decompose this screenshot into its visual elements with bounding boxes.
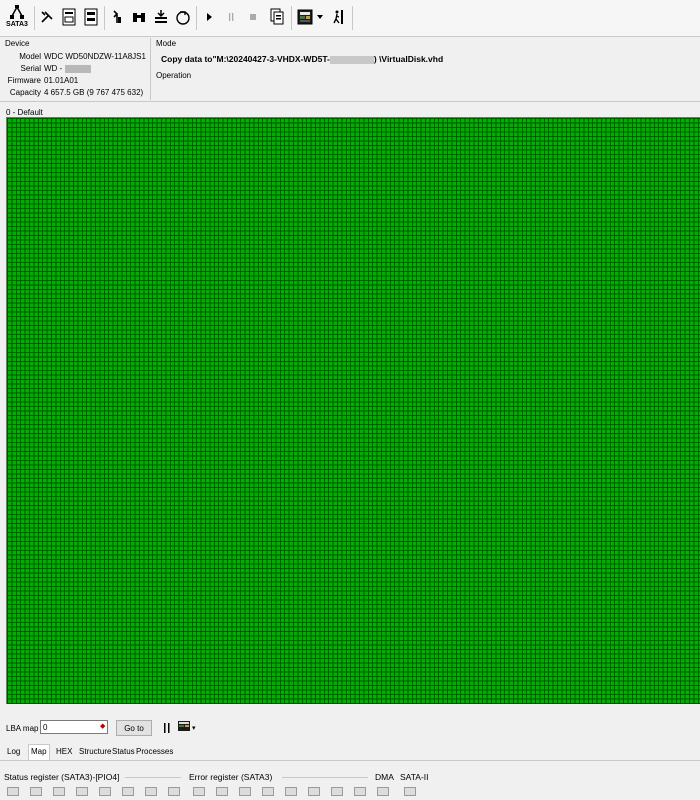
device-panel: Device Model WDC WD50NDZW-11A8JS1 Serial W… bbox=[3, 38, 151, 100]
tab-map[interactable]: Map bbox=[28, 744, 50, 760]
error-led bbox=[193, 787, 205, 796]
lba-input[interactable] bbox=[40, 720, 108, 734]
tab-log[interactable]: Log bbox=[5, 745, 22, 759]
goto-button[interactable]: Go to bbox=[116, 720, 152, 736]
hdd-port-icon[interactable] bbox=[6, 2, 28, 22]
firmware-value: 01.01A01 bbox=[44, 76, 79, 85]
capacity-label: Capacity bbox=[9, 88, 41, 97]
status-led bbox=[53, 787, 65, 796]
sata2-label: SATA-II bbox=[400, 772, 429, 782]
tab-strip: Log Map HEX Structure Status Processes bbox=[0, 742, 700, 761]
mode-panel: Mode Copy data to"M:\20240427-3-VHDX-WD5… bbox=[153, 38, 700, 100]
status-divider bbox=[282, 777, 368, 778]
mode-text-prefix: Copy data to"M:\20240427-3-VHDX-WD5T- bbox=[161, 54, 330, 64]
toolbar-separator bbox=[34, 6, 35, 30]
lba-block-map[interactable] bbox=[6, 117, 700, 704]
error-led bbox=[354, 787, 366, 796]
mode-legend: Mode bbox=[156, 39, 177, 48]
status-led bbox=[30, 787, 42, 796]
error-led bbox=[308, 787, 320, 796]
chevron-down-icon[interactable]: ▾ bbox=[192, 724, 196, 732]
map-label: 0 - Default bbox=[6, 108, 43, 117]
toolbar-separator bbox=[291, 6, 292, 30]
status-led bbox=[99, 787, 111, 796]
serial-row: Serial WD - bbox=[3, 64, 92, 73]
firmware-label: Firmware bbox=[7, 76, 41, 85]
tab-status[interactable]: Status bbox=[110, 745, 137, 759]
copy-pages-icon[interactable] bbox=[266, 4, 288, 30]
disk-arrow-icon[interactable] bbox=[172, 4, 194, 30]
dma-label: DMA bbox=[375, 772, 394, 782]
lba-spin-icon[interactable]: ◆ bbox=[100, 722, 108, 732]
toolbar-separator bbox=[104, 6, 105, 30]
error-led bbox=[216, 787, 228, 796]
percent-report-icon[interactable] bbox=[80, 4, 102, 30]
toolbar-separator bbox=[196, 6, 197, 30]
map-pause-icon[interactable] bbox=[163, 722, 171, 734]
map-icon[interactable] bbox=[295, 4, 315, 30]
mode-text: Copy data to"M:\20240427-3-VHDX-WD5T- ) \… bbox=[161, 54, 443, 64]
extract-icon[interactable] bbox=[106, 4, 128, 30]
model-label: Model bbox=[19, 52, 41, 61]
lba-bar: LBA map ◆ Go to ▾ bbox=[0, 714, 700, 740]
status-registers: Status register (SATA3)-[PIO4] Error reg… bbox=[0, 770, 700, 800]
toolbar: SATA3 bbox=[0, 0, 700, 37]
toolbar-separator bbox=[352, 6, 353, 30]
sata-label: SATA3 bbox=[6, 21, 28, 28]
status-register-label: Status register (SATA3)-[PIO4] bbox=[4, 772, 120, 782]
divider bbox=[0, 101, 700, 102]
serial-value: WD - bbox=[44, 64, 63, 73]
capacity-row: Capacity 4 657.5 GB (9 767 475 632) bbox=[3, 88, 143, 97]
error-led bbox=[262, 787, 274, 796]
status-led bbox=[76, 787, 88, 796]
sata2-led bbox=[404, 787, 416, 796]
binoculars-icon[interactable] bbox=[128, 4, 150, 30]
error-led bbox=[239, 787, 251, 796]
serial-label: Serial bbox=[20, 64, 41, 73]
dropdown-icon[interactable] bbox=[315, 4, 325, 30]
status-led bbox=[122, 787, 134, 796]
exit-icon[interactable] bbox=[328, 4, 350, 30]
capacity-value: 4 657.5 GB (9 767 475 632) bbox=[44, 88, 144, 97]
error-led bbox=[285, 787, 297, 796]
status-led bbox=[7, 787, 19, 796]
error-register-label: Error register (SATA3) bbox=[189, 772, 273, 782]
tab-structure[interactable]: Structure bbox=[77, 745, 113, 759]
dma-led bbox=[377, 787, 389, 796]
mode-text-suffix: ) \VirtualDisk.vhd bbox=[373, 54, 444, 64]
status-divider bbox=[125, 777, 181, 778]
tab-processes[interactable]: Processes bbox=[134, 745, 175, 759]
model-value: WDC WD50NDZW-11A8JS1 bbox=[44, 52, 146, 61]
status-led bbox=[145, 787, 157, 796]
lba-map-label: LBA map bbox=[6, 724, 39, 733]
play-icon[interactable] bbox=[198, 4, 220, 30]
map-legend-icon[interactable] bbox=[178, 721, 190, 731]
device-legend: Device bbox=[5, 39, 30, 48]
stop-icon[interactable] bbox=[242, 4, 264, 30]
copy-layers-icon[interactable] bbox=[150, 4, 172, 30]
firmware-row: Firmware 01.01A01 bbox=[3, 76, 79, 85]
redacted-area bbox=[65, 64, 92, 73]
pause-icon[interactable] bbox=[220, 4, 242, 30]
smart-report-icon[interactable] bbox=[58, 4, 80, 30]
error-led bbox=[331, 787, 343, 796]
model-row: Model WDC WD50NDZW-11A8JS1 bbox=[3, 52, 146, 61]
tab-hex[interactable]: HEX bbox=[54, 745, 74, 759]
status-led bbox=[168, 787, 180, 796]
redacted-area bbox=[329, 55, 374, 64]
tools-icon[interactable] bbox=[36, 4, 58, 30]
operation-legend: Operation bbox=[156, 71, 192, 80]
